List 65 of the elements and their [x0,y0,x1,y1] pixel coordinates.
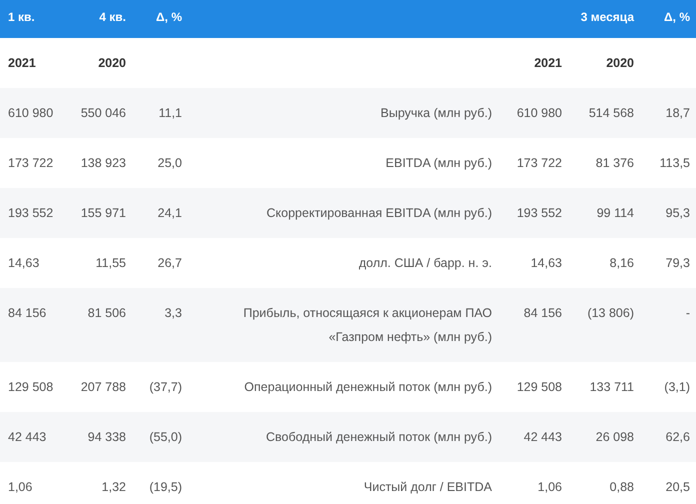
value-cell: 42 443 [524,430,562,444]
year-header: 2021 [534,56,562,70]
value-cell: 14,63 [8,256,40,270]
value-cell: 514 568 [588,106,634,120]
value-cell: 610 980 [516,106,562,120]
year-header: 2021 [8,56,36,70]
value-cell: 94 338 [88,430,126,444]
value-cell: (37,7) [149,380,182,394]
year-header: 2020 [606,56,634,70]
value-cell: 81 506 [88,306,126,320]
value-cell: 8,16 [610,256,634,270]
value-cell: (13 806) [587,306,634,320]
value-cell: 193 552 [516,206,562,220]
value-cell: 84 156 [8,306,46,320]
metric-label: Скорректированная EBITDA (млн руб.) [266,206,492,220]
metric-label: EBITDA (млн руб.) [386,156,492,170]
value-cell: 24,1 [158,206,182,220]
column-header: 4 кв. [99,10,126,24]
value-cell: 610 980 [8,106,54,120]
metric-label: Операционный денежный поток (млн руб.) [244,380,492,394]
metric-label: Прибыль, относящаяся к акционерам ПАО «Газпром нефть» (млн руб.) [243,306,492,344]
column-header: Δ, % [664,10,690,24]
value-cell: 173 722 [8,156,54,170]
metric-label: Свободный денежный поток (млн руб.) [266,430,492,444]
value-cell: 138 923 [80,156,126,170]
value-cell: 550 046 [80,106,126,120]
value-cell: 155 971 [80,206,126,220]
metric-label: долл. США / барр. н. э. [358,256,492,270]
value-cell: 1,06 [8,480,32,494]
value-cell: 0,88 [610,480,634,494]
value-cell: 18,7 [666,106,690,120]
metric-label: Чистый долг / EBITDA [364,480,492,494]
value-cell: 3,3 [164,306,182,320]
value-cell: 193 552 [8,206,54,220]
value-cell: 25,0 [158,156,182,170]
value-cell: 84 156 [524,306,562,320]
value-cell: 129 508 [8,380,54,394]
column-header: 3 месяца [580,10,634,24]
value-cell: 42 443 [8,430,46,444]
value-cell: (55,0) [149,430,182,444]
value-cell: (19,5) [149,480,182,494]
metric-label: Выручка (млн руб.) [380,106,492,120]
value-cell: 14,63 [530,256,562,270]
value-cell: 1,32 [102,480,126,494]
value-cell: 11,55 [96,256,126,270]
value-cell: 79,3 [666,256,690,270]
value-cell: - [686,306,690,320]
value-cell: 81 376 [596,156,634,170]
value-cell: 129 508 [516,380,562,394]
value-cell: 62,6 [666,430,690,444]
value-cell: 133 711 [590,380,634,394]
column-header: Δ, % [156,10,182,24]
value-cell: 113,5 [660,156,690,170]
value-cell: 99 114 [596,206,634,220]
value-cell: 26 098 [596,430,634,444]
value-cell: 1,06 [538,480,562,494]
value-cell: (3,1) [664,380,690,394]
value-cell: 26,7 [158,256,182,270]
value-cell: 173 722 [516,156,562,170]
year-header: 2020 [98,56,126,70]
value-cell: 207 788 [80,380,126,394]
value-cell: 11,1 [158,106,182,120]
column-header: 1 кв. [8,10,35,24]
value-cell: 95,3 [666,206,690,220]
value-cell: 20,5 [666,480,690,494]
